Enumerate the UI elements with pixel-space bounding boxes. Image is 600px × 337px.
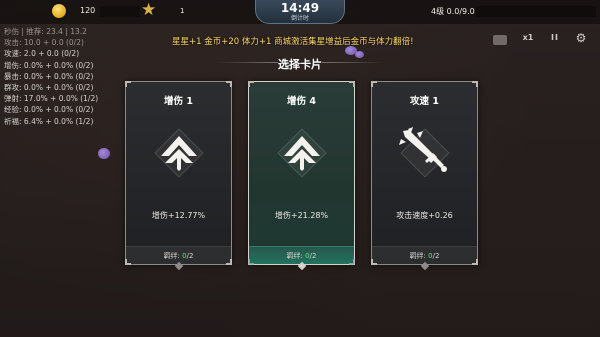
pause-button[interactable]: II xyxy=(549,33,561,45)
card-description: 增伤+21.28% xyxy=(274,211,329,220)
card-damage-1[interactable]: 增伤 1 增伤+12.77% 羁绊: 0/2 xyxy=(125,81,232,271)
card-description: 增伤+12.77% xyxy=(151,211,206,220)
modal-title: 选择卡片 xyxy=(278,58,322,71)
gear-icon[interactable]: ⚙ xyxy=(574,31,588,45)
bond-label: 羁绊: xyxy=(286,252,303,260)
card-corner xyxy=(371,81,377,87)
reward-notice: 星星+1 金币+20 体力+1 商城激活集星增益后金币与体力翻倍! xyxy=(172,37,414,47)
card-corner xyxy=(248,81,254,87)
stat-row: 弹射: 17.0% + 0.0% (1/2) xyxy=(4,94,99,104)
bond-label: 羁绊: xyxy=(163,252,180,260)
card-corner xyxy=(125,81,131,87)
chat-icon[interactable] xyxy=(493,35,507,45)
bond-total: /2 xyxy=(309,252,317,260)
timer-value: 14:49 xyxy=(280,1,320,15)
card-attack-speed-1[interactable]: 攻速 1 攻击速度+0.26 羁绊: 0/2 xyxy=(371,81,478,271)
bond-total: /2 xyxy=(432,252,440,260)
card-title: 攻速 1 xyxy=(410,96,439,107)
bond-total: /2 xyxy=(186,252,194,260)
coin-icon xyxy=(52,4,66,18)
stat-row: 攻击: 10.0 + 0.0 (0/2) xyxy=(4,38,84,48)
sword-icon xyxy=(399,127,450,178)
speed-button[interactable]: x1 xyxy=(518,33,538,45)
purple-decor xyxy=(98,148,110,159)
stat-row: 群攻: 0.0% + 0.0% (0/2) xyxy=(4,83,94,93)
coin-value: 120 xyxy=(80,6,96,15)
coin-bar xyxy=(100,6,140,17)
bond-label: 羁绊: xyxy=(409,252,426,260)
star-value: 1 xyxy=(180,7,185,15)
card-corner xyxy=(349,81,355,87)
stat-row: 秒伤 | 推荐: 23.4 | 13.2 xyxy=(4,27,87,36)
stats-panel: 秒伤 | 推荐: 23.4 | 13.2 攻击: 10.0 + 0.0 (0/2… xyxy=(4,26,116,127)
level-text: 4级 0.0/9.0 xyxy=(431,7,475,16)
timer-label: 倒计时 xyxy=(290,15,309,22)
star-icon: ★ xyxy=(141,0,157,20)
stat-row: 暴击: 0.0% + 0.0% (0/2) xyxy=(4,71,94,81)
stat-row: 经验: 0.0% + 0.0% (0/2) xyxy=(4,105,94,115)
card-damage-4[interactable]: 增伤 4 增伤+21.28% 羁绊: 0/2 xyxy=(248,81,355,271)
countdown-timer: 14:49 倒计时 xyxy=(255,0,345,24)
card-corner xyxy=(472,81,478,87)
card-description: 攻击速度+0.26 xyxy=(396,211,453,220)
arrow-up-chevron-icon xyxy=(277,128,327,178)
stat-row: 祈福: 6.4% + 0.0% (1/2) xyxy=(4,116,94,126)
card-title: 增伤 1 xyxy=(164,96,193,107)
card-title: 增伤 4 xyxy=(287,96,316,107)
level-progress-bar xyxy=(476,6,596,17)
card-corner xyxy=(226,81,232,87)
arrow-up-chevron-icon xyxy=(154,128,204,178)
